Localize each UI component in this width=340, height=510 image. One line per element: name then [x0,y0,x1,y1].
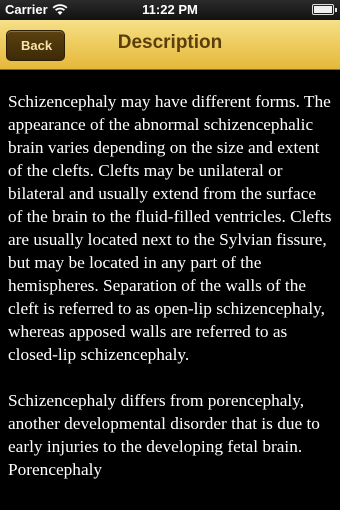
status-time: 11:22 PM [142,2,198,17]
battery-icon [312,4,337,15]
navigation-bar: Back Description [0,20,340,70]
description-paragraph: Schizencephaly differs from porencephaly… [8,391,320,479]
page-title: Description [117,32,223,53]
description-paragraph: Schizencephaly may have different forms.… [8,92,332,364]
description-content: Schizencephaly may have different forms.… [0,70,340,481]
status-bar: Carrier 11:22 PM [0,0,340,20]
